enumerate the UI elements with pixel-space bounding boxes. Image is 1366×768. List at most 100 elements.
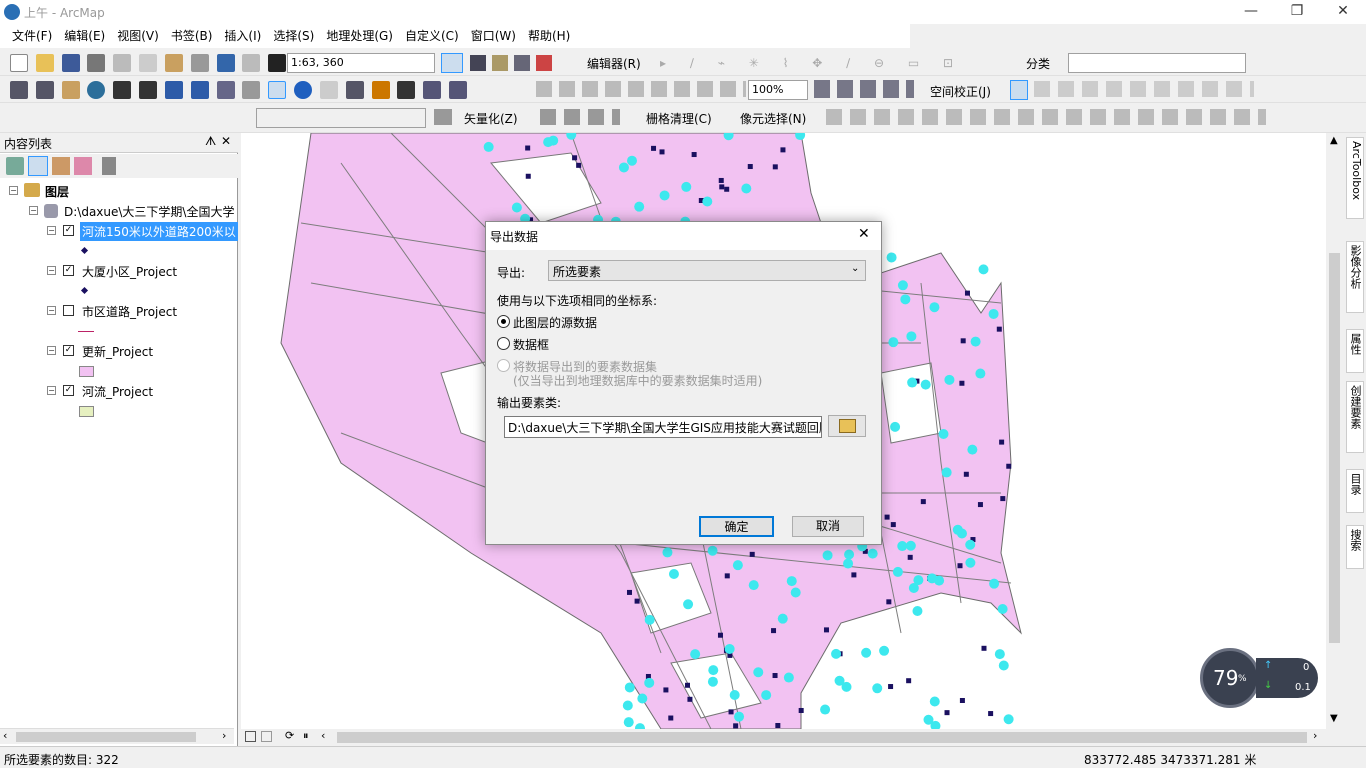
scroll-down-icon[interactable]: ▼ bbox=[1330, 713, 1338, 724]
tab-search[interactable]: 搜索 bbox=[1346, 525, 1364, 569]
toc-close-button[interactable]: ✕ bbox=[221, 134, 231, 148]
vectorize-settings-icon[interactable] bbox=[434, 109, 452, 125]
paste-icon[interactable] bbox=[164, 54, 183, 72]
copy-icon[interactable] bbox=[139, 54, 158, 72]
collapse-icon[interactable]: − bbox=[47, 346, 56, 355]
workspace-path[interactable]: D:\daxue\大三下学期\全国大学 bbox=[64, 203, 234, 220]
layer-checkbox[interactable] bbox=[63, 305, 74, 316]
export-select[interactable]: 所选要素 ⌄ bbox=[548, 260, 866, 281]
window-tools-icon[interactable] bbox=[470, 55, 560, 71]
list-by-drawing-order-icon[interactable] bbox=[6, 157, 24, 175]
layer-name[interactable]: 更新_Project bbox=[82, 343, 153, 360]
scroll-up-icon[interactable]: ▲ bbox=[1330, 135, 1338, 146]
output-path-input[interactable]: D:\daxue\大三下学期\全国大学生GIS应用技能大赛试题回顾 bbox=[504, 416, 822, 438]
layer-checkbox[interactable]: ✓ bbox=[63, 265, 74, 276]
layer-checkbox[interactable]: ✓ bbox=[63, 225, 74, 236]
minimize-button[interactable]: — bbox=[1228, 0, 1274, 24]
tab-image-analysis[interactable]: 影像分析 bbox=[1346, 241, 1364, 313]
list-by-visibility-icon[interactable] bbox=[52, 157, 70, 175]
identify-icon[interactable] bbox=[294, 81, 313, 99]
print-icon[interactable] bbox=[87, 54, 106, 72]
find-route-icon[interactable] bbox=[423, 81, 442, 99]
vectorization-menu[interactable]: 矢量化(Z) bbox=[464, 110, 518, 127]
collapse-icon[interactable]: − bbox=[29, 206, 38, 215]
restore-button[interactable]: ❐ bbox=[1274, 0, 1320, 24]
browse-button[interactable] bbox=[828, 415, 866, 437]
map-scale-input[interactable]: 1:63, 360 bbox=[287, 53, 435, 73]
scroll-left-icon[interactable]: ‹ bbox=[3, 729, 7, 742]
save-icon[interactable] bbox=[61, 54, 80, 72]
radio-data-frame[interactable] bbox=[497, 337, 510, 350]
menu-edit[interactable]: 编辑(E) bbox=[58, 24, 111, 48]
layer-name-selected[interactable]: 河流150米以外道路200米以 bbox=[80, 222, 238, 241]
layer-name[interactable]: 河流_Project bbox=[82, 383, 153, 400]
radio-data-frame-label[interactable]: 数据框 bbox=[513, 336, 549, 353]
raster-layer-select[interactable] bbox=[256, 108, 426, 128]
tab-catalog[interactable]: 目录 bbox=[1346, 469, 1364, 513]
collapse-icon[interactable]: − bbox=[47, 386, 56, 395]
scroll-left-icon[interactable]: ‹ bbox=[321, 729, 325, 742]
editor-toolbar-icon[interactable] bbox=[441, 53, 463, 73]
new-document-icon[interactable] bbox=[10, 54, 28, 72]
menu-view[interactable]: 视图(V) bbox=[111, 24, 165, 48]
spatial-adjustment-menu[interactable]: 空间校正(J) bbox=[930, 83, 991, 100]
map-vertical-scrollbar[interactable]: ▲ ▼ bbox=[1326, 133, 1343, 729]
select-features-icon[interactable] bbox=[216, 81, 235, 99]
layout-view-icon[interactable] bbox=[261, 731, 272, 742]
cut-icon[interactable] bbox=[113, 54, 132, 72]
fixed-zoom-out-icon[interactable] bbox=[139, 81, 158, 99]
scroll-thumb[interactable] bbox=[16, 732, 196, 742]
menu-geoprocessing[interactable]: 地理处理(G) bbox=[320, 24, 399, 48]
pause-drawing-icon[interactable]: ⏸ bbox=[303, 729, 309, 743]
pin-icon[interactable]: ᗑ bbox=[205, 134, 216, 149]
close-window-button[interactable]: ✕ bbox=[1320, 0, 1366, 24]
scroll-thumb[interactable] bbox=[1329, 253, 1340, 643]
back-arrow-icon[interactable] bbox=[164, 81, 183, 99]
add-data-icon[interactable] bbox=[268, 54, 287, 72]
redo-icon[interactable] bbox=[242, 54, 261, 72]
undo-icon[interactable] bbox=[216, 54, 235, 72]
select-elements-icon[interactable] bbox=[268, 81, 287, 99]
dialog-close-button[interactable]: ✕ bbox=[858, 226, 870, 242]
editor-menu[interactable]: 编辑器(R) bbox=[587, 55, 641, 72]
list-by-selection-icon[interactable] bbox=[74, 157, 92, 175]
clear-selection-icon[interactable] bbox=[242, 81, 261, 99]
collapse-icon[interactable]: − bbox=[47, 306, 56, 315]
zoom-out-icon[interactable] bbox=[35, 81, 54, 99]
map-horizontal-scrollbar[interactable]: ⟳ ⏸ ‹ › bbox=[241, 729, 1326, 746]
menu-selection[interactable]: 选择(S) bbox=[267, 24, 320, 48]
fixed-zoom-in-icon[interactable] bbox=[113, 81, 132, 99]
zoom-in-icon[interactable] bbox=[10, 81, 28, 99]
toc-options-icon[interactable] bbox=[102, 157, 116, 175]
scroll-thumb[interactable] bbox=[337, 732, 1307, 743]
toc-horizontal-scrollbar[interactable]: ‹ › bbox=[0, 728, 234, 744]
menu-windows[interactable]: 窗口(W) bbox=[465, 24, 522, 48]
layout-zoom-input[interactable]: 100% bbox=[748, 80, 808, 100]
tab-attributes[interactable]: 属性 bbox=[1346, 329, 1364, 373]
raster-cleanup-menu[interactable]: 栅格清理(C) bbox=[646, 110, 712, 127]
scroll-right-icon[interactable]: › bbox=[1313, 729, 1317, 742]
open-folder-icon[interactable] bbox=[35, 54, 54, 72]
pan-hand-icon[interactable] bbox=[61, 81, 80, 99]
refresh-icon[interactable]: ⟳ bbox=[285, 729, 294, 742]
go-to-xy-icon[interactable] bbox=[449, 81, 468, 99]
tab-arctoolbox[interactable]: ArcToolbox bbox=[1346, 137, 1364, 219]
data-view-icon[interactable] bbox=[245, 731, 256, 742]
collapse-icon[interactable]: − bbox=[47, 266, 56, 275]
menu-insert[interactable]: 插入(I) bbox=[218, 24, 267, 48]
measure-icon[interactable] bbox=[371, 81, 390, 99]
ok-button[interactable]: 确定 bbox=[699, 516, 774, 537]
hyperlink-icon[interactable] bbox=[319, 81, 338, 99]
delete-icon[interactable] bbox=[190, 54, 209, 72]
collapse-icon[interactable]: − bbox=[47, 226, 56, 235]
collapse-icon[interactable]: − bbox=[9, 186, 18, 195]
spatial-select-icon[interactable] bbox=[1010, 80, 1028, 100]
scroll-right-icon[interactable]: › bbox=[222, 729, 226, 742]
tab-create-features[interactable]: 创建要素 bbox=[1346, 381, 1364, 453]
classify-select[interactable] bbox=[1068, 53, 1246, 73]
menu-help[interactable]: 帮助(H) bbox=[522, 24, 576, 48]
layer-checkbox[interactable]: ✓ bbox=[63, 345, 74, 356]
list-by-source-icon[interactable] bbox=[28, 156, 48, 176]
cancel-button[interactable]: 取消 bbox=[792, 516, 864, 537]
radio-source-data-label[interactable]: 此图层的源数据 bbox=[513, 314, 597, 331]
